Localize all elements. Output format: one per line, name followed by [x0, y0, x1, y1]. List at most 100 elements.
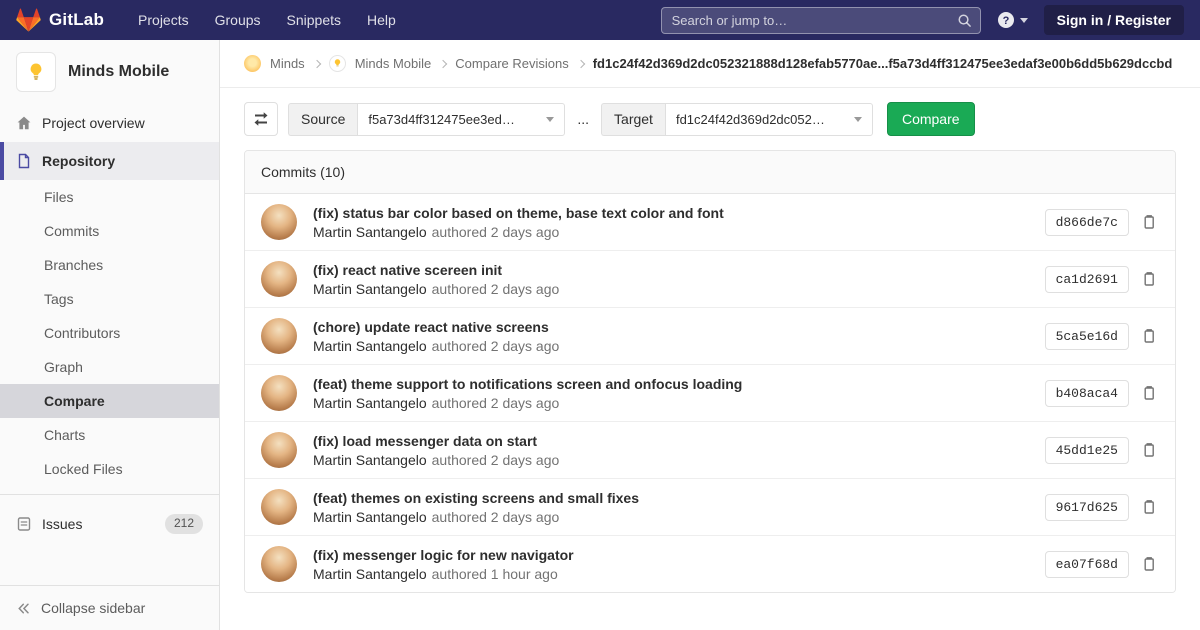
commit-info: (fix) load messenger data on start Marti… [313, 433, 1029, 468]
commit-time: authored 2 days ago [432, 452, 560, 468]
project-mini-avatar [329, 55, 346, 72]
commit-info: (chore) update react native screens Mart… [313, 319, 1029, 354]
target-revision-dropdown[interactable]: fd1c24f42d369d2dc052… [665, 103, 873, 136]
collapse-sidebar-button[interactable]: Collapse sidebar [0, 585, 219, 630]
repository-section: Repository Files Commits Branches Tags C… [0, 142, 219, 486]
clipboard-icon [1141, 556, 1157, 572]
copy-sha-button[interactable] [1139, 212, 1159, 232]
gitlab-home-link[interactable]: GitLab [16, 8, 104, 32]
compare-form: Source f5a73d4ff312475ee3ed… ... Target … [220, 88, 1200, 136]
author-avatar[interactable] [261, 432, 297, 468]
commit-sha[interactable]: b408aca4 [1045, 380, 1129, 407]
search-box [661, 7, 981, 34]
commit-meta: Martin Santangelo authored 2 days ago [313, 281, 1029, 297]
nav-projects-link[interactable]: Projects [138, 12, 189, 28]
commit-info: (feat) theme support to notifications sc… [313, 376, 1029, 411]
copy-sha-button[interactable] [1139, 440, 1159, 460]
sidebar-subitem-charts[interactable]: Charts [0, 418, 219, 452]
chevron-down-icon [1020, 18, 1028, 23]
copy-sha-button[interactable] [1139, 497, 1159, 517]
author-avatar[interactable] [261, 546, 297, 582]
nav-groups-link[interactable]: Groups [215, 12, 261, 28]
commit-list: (fix) status bar color based on theme, b… [245, 194, 1175, 592]
compare-button[interactable]: Compare [887, 102, 975, 136]
copy-sha-button[interactable] [1139, 554, 1159, 574]
swap-revisions-button[interactable] [244, 102, 278, 136]
target-label: Target [601, 103, 665, 136]
lightbulb-icon [332, 58, 343, 69]
commit-sha[interactable]: 45dd1e25 [1045, 437, 1129, 464]
commit-title-link[interactable]: (feat) themes on existing screens and sm… [313, 490, 1029, 506]
sidebar-subitem-commits[interactable]: Commits [0, 214, 219, 248]
home-icon [16, 115, 32, 131]
nav-snippets-link[interactable]: Snippets [287, 12, 341, 28]
sidebar-subitem-graph[interactable]: Graph [0, 350, 219, 384]
sidebar-subitem-branches[interactable]: Branches [0, 248, 219, 282]
author-avatar[interactable] [261, 261, 297, 297]
sidebar-item-issues[interactable]: Issues 212 [0, 503, 219, 545]
sign-in-button[interactable]: Sign in / Register [1044, 5, 1184, 35]
navbar-right: ? Sign in / Register [661, 5, 1184, 35]
sidebar-subitem-compare[interactable]: Compare [0, 384, 219, 418]
author-avatar[interactable] [261, 318, 297, 354]
nav-help-link[interactable]: Help [367, 12, 396, 28]
commit-author-link[interactable]: Martin Santangelo [313, 509, 427, 525]
sidebar-subitem-files[interactable]: Files [0, 180, 219, 214]
commit-actions: b408aca4 [1045, 380, 1159, 407]
commit-sha[interactable]: 9617d625 [1045, 494, 1129, 521]
commit-sha[interactable]: d866de7c [1045, 209, 1129, 236]
copy-sha-button[interactable] [1139, 326, 1159, 346]
clipboard-icon [1141, 328, 1157, 344]
commit-title-link[interactable]: (chore) update react native screens [313, 319, 1029, 335]
search-input[interactable] [662, 13, 957, 28]
commit-author-link[interactable]: Martin Santangelo [313, 224, 427, 240]
commit-author-link[interactable]: Martin Santangelo [313, 338, 427, 354]
sidebar-subitem-tags[interactable]: Tags [0, 282, 219, 316]
commit-meta: Martin Santangelo authored 1 hour ago [313, 566, 1029, 582]
project-header-link[interactable]: Minds Mobile [0, 40, 219, 104]
sidebar-subitem-locked-files[interactable]: Locked Files [0, 452, 219, 486]
author-avatar[interactable] [261, 375, 297, 411]
author-avatar[interactable] [261, 204, 297, 240]
commit-info: (fix) react native scereen init Martin S… [313, 262, 1029, 297]
svg-text:?: ? [1002, 15, 1009, 27]
sidebar-subitem-contributors[interactable]: Contributors [0, 316, 219, 350]
sidebar-divider [0, 494, 219, 495]
commit-title-link[interactable]: (fix) load messenger data on start [313, 433, 1029, 449]
chevron-down-icon [546, 117, 554, 122]
commit-meta: Martin Santangelo authored 2 days ago [313, 452, 1029, 468]
commit-title-link[interactable]: (fix) status bar color based on theme, b… [313, 205, 1029, 221]
commit-title-link[interactable]: (feat) theme support to notifications sc… [313, 376, 1029, 392]
commit-meta: Martin Santangelo authored 2 days ago [313, 224, 1029, 240]
commit-author-link[interactable]: Martin Santangelo [313, 395, 427, 411]
commit-time: authored 2 days ago [432, 281, 560, 297]
main-content: Minds Minds Mobile Compare Revisions fd1… [220, 40, 1200, 630]
help-dropdown[interactable]: ? [997, 11, 1028, 29]
breadcrumb-group-link[interactable]: Minds [270, 56, 305, 71]
commit-sha[interactable]: ea07f68d [1045, 551, 1129, 578]
copy-sha-button[interactable] [1139, 269, 1159, 289]
commit-author-link[interactable]: Martin Santangelo [313, 566, 427, 582]
commit-row: (chore) update react native screens Mart… [245, 308, 1175, 365]
project-name: Minds Mobile [68, 63, 169, 81]
commit-title-link[interactable]: (fix) react native scereen init [313, 262, 1029, 278]
sidebar-item-repository[interactable]: Repository [0, 142, 219, 180]
author-avatar[interactable] [261, 489, 297, 525]
sidebar-item-project-overview[interactable]: Project overview [0, 104, 219, 142]
breadcrumb-page-link[interactable]: Compare Revisions [455, 56, 568, 71]
copy-sha-button[interactable] [1139, 383, 1159, 403]
commit-title-link[interactable]: (fix) messenger logic for new navigator [313, 547, 1029, 563]
top-navbar: GitLab Projects Groups Snippets Help ? S… [0, 0, 1200, 40]
commit-author-link[interactable]: Martin Santangelo [313, 281, 427, 297]
commit-author-link[interactable]: Martin Santangelo [313, 452, 427, 468]
commit-sha[interactable]: 5ca5e16d [1045, 323, 1129, 350]
breadcrumb-project-link[interactable]: Minds Mobile [355, 56, 432, 71]
commit-row: (fix) react native scereen init Martin S… [245, 251, 1175, 308]
commit-sha[interactable]: ca1d2691 [1045, 266, 1129, 293]
source-revision-dropdown[interactable]: f5a73d4ff312475ee3ed… [357, 103, 565, 136]
breadcrumb: Minds Minds Mobile Compare Revisions fd1… [220, 40, 1200, 88]
gitlab-tanuki-icon [16, 8, 41, 32]
breadcrumb-current-range: fd1c24f42d369d2dc052321888d128efab5770ae… [593, 56, 1173, 71]
commit-actions: d866de7c [1045, 209, 1159, 236]
project-sidebar: Minds Mobile Project overview [0, 40, 220, 630]
